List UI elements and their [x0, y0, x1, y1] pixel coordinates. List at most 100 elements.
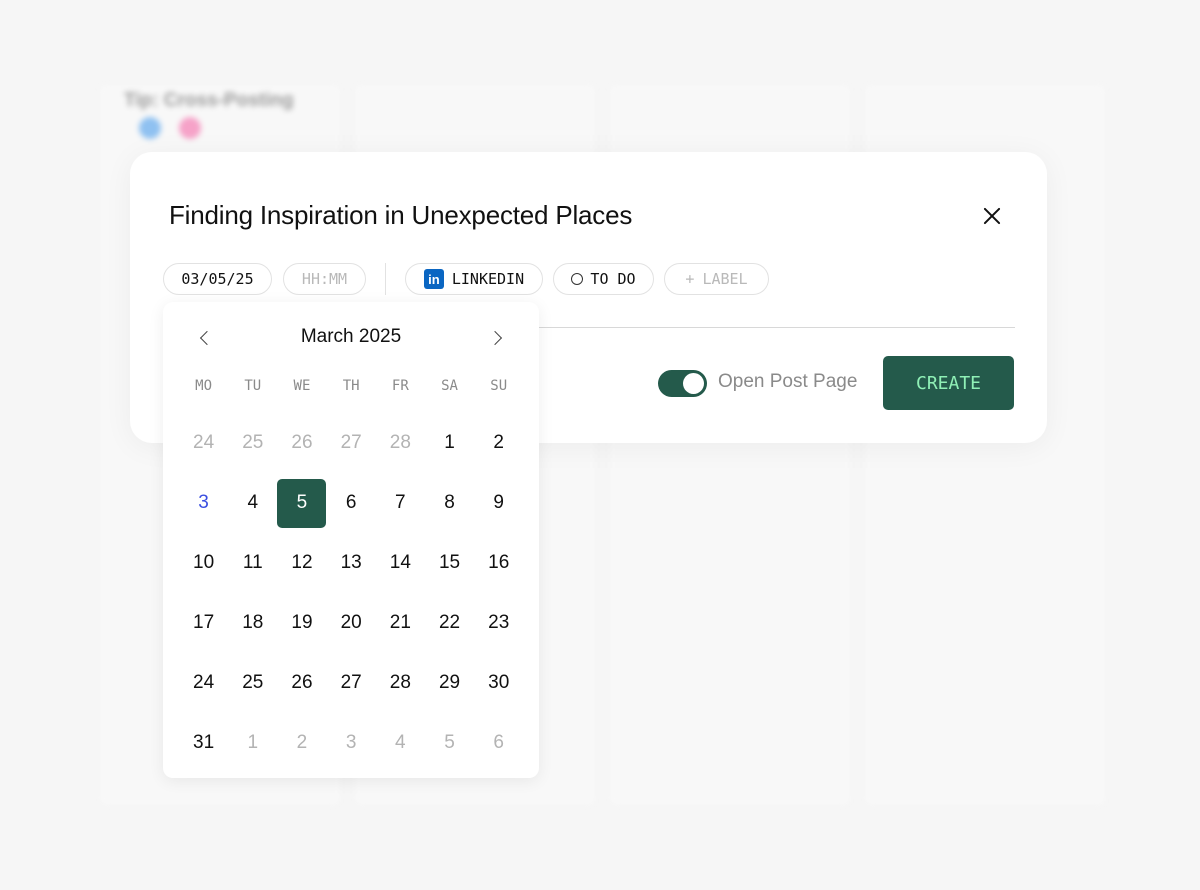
add-label-text: LABEL: [702, 270, 748, 288]
calendar-day[interactable]: 5: [425, 713, 474, 773]
calendar-day[interactable]: 25: [228, 413, 277, 473]
calendar-day[interactable]: 27: [327, 413, 376, 473]
calendar-day-number: 28: [389, 672, 411, 693]
calendar-day[interactable]: 16: [474, 533, 523, 593]
calendar-day-number: 9: [493, 492, 504, 513]
calendar-day-number: 24: [193, 432, 215, 453]
calendar-day[interactable]: 22: [425, 593, 474, 653]
calendar-day[interactable]: 1: [425, 413, 474, 473]
date-input[interactable]: 03/05/25: [163, 263, 272, 295]
calendar-day-number: 3: [198, 492, 209, 513]
board-tip-title: Tip: Cross-Posting: [124, 90, 294, 111]
status-label: TO DO: [590, 270, 636, 288]
calendar-day-number: 11: [242, 552, 263, 573]
calendar-day-number: 28: [389, 432, 411, 453]
calendar-day[interactable]: 9: [474, 473, 523, 533]
calendar-day[interactable]: 29: [425, 653, 474, 713]
calendar-day-number: 31: [193, 732, 215, 753]
calendar-day-number: 5: [277, 478, 327, 528]
calendar-day[interactable]: 6: [327, 473, 376, 533]
calendar-day[interactable]: 3: [327, 713, 376, 773]
calendar-day[interactable]: 31: [179, 713, 228, 773]
calendar-day[interactable]: 1: [228, 713, 277, 773]
calendar-day-number: 1: [444, 432, 455, 453]
calendar-day-number: 20: [340, 612, 362, 633]
time-input[interactable]: HH:MM: [283, 263, 366, 295]
circle-icon: [571, 273, 584, 285]
calendar-day[interactable]: 21: [376, 593, 425, 653]
calendar-day-number: 23: [488, 612, 510, 633]
calendar-day-number: 25: [242, 672, 264, 693]
calendar-day[interactable]: 6: [474, 713, 523, 773]
calendar-day[interactable]: 18: [228, 593, 277, 653]
open-post-page-toggle[interactable]: [658, 370, 707, 397]
calendar-day[interactable]: 2: [277, 713, 326, 773]
avatar-dot: [179, 117, 201, 139]
toolbar-divider: [385, 263, 386, 295]
calendar-day[interactable]: 26: [277, 653, 326, 713]
calendar-day-selected[interactable]: 5: [277, 473, 327, 533]
calendar-day[interactable]: 11: [228, 533, 277, 593]
calendar-day-number: 25: [242, 432, 264, 453]
calendar-day-number: 27: [340, 432, 362, 453]
calendar-day-number: 18: [242, 612, 264, 633]
calendar-day-number: 15: [438, 552, 461, 573]
calendar-day[interactable]: 8: [425, 473, 474, 533]
calendar-day-number: 2: [296, 732, 308, 753]
calendar-day[interactable]: 12: [277, 533, 326, 593]
close-icon[interactable]: [978, 203, 1006, 231]
linkedin-icon: in: [423, 269, 444, 289]
calendar-day[interactable]: 28: [376, 653, 425, 713]
weekday-label: TU: [244, 378, 262, 394]
calendar-day-number: 17: [193, 612, 215, 633]
calendar-day[interactable]: 13: [327, 533, 376, 593]
weekday-label: SA: [441, 378, 458, 394]
calendar-day[interactable]: 19: [277, 593, 326, 653]
network-selector[interactable]: in LINKEDIN: [405, 263, 543, 295]
date-picker-popup: March 2025 MO TU WE TH FR SA SU 24 25 26 27 28 1 2 3 4…: [163, 302, 539, 778]
calendar-day-number: 22: [438, 612, 461, 633]
calendar-day-number: 12: [291, 552, 313, 573]
calendar-day-number: 2: [493, 432, 504, 453]
calendar-day[interactable]: 17: [179, 593, 228, 653]
network-label: LINKEDIN: [451, 270, 525, 288]
calendar-day-number: 13: [340, 552, 362, 573]
calendar-day[interactable]: 28: [376, 413, 425, 473]
calendar-day[interactable]: 7: [376, 473, 425, 533]
modal-title: Finding Inspiration in Unexpected Places: [169, 200, 633, 230]
calendar-day-number: 3: [345, 732, 357, 753]
calendar-day[interactable]: 10: [179, 533, 228, 593]
calendar-day-number: 16: [488, 552, 510, 573]
status-selector[interactable]: TO DO: [553, 263, 654, 295]
calendar-day[interactable]: 3: [179, 473, 228, 533]
calendar-day[interactable]: 14: [376, 533, 425, 593]
calendar-day[interactable]: 24: [179, 653, 228, 713]
calendar-day[interactable]: 2: [474, 413, 523, 473]
calendar-day[interactable]: 25: [228, 653, 277, 713]
calendar-day-number: 30: [488, 672, 510, 693]
weekday-label: MO: [195, 378, 213, 394]
calendar-day-number: 10: [193, 552, 215, 573]
toggle-knob: [683, 373, 704, 394]
calendar-day[interactable]: 24: [179, 413, 228, 473]
calendar-day[interactable]: 27: [327, 653, 376, 713]
calendar-day-number: 24: [193, 672, 215, 693]
calendar-day-number: 21: [389, 612, 411, 633]
calendar-day[interactable]: 26: [277, 413, 326, 473]
calendar-day[interactable]: 30: [474, 653, 523, 713]
calendar-day[interactable]: 4: [228, 473, 277, 533]
calendar-day[interactable]: 15: [425, 533, 474, 593]
calendar-day[interactable]: 20: [327, 593, 376, 653]
calendar-day-number: 5: [444, 732, 455, 753]
create-button[interactable]: CREATE: [883, 356, 1014, 410]
calendar-day-number: 29: [438, 672, 461, 693]
calendar-day[interactable]: 4: [376, 713, 425, 773]
calendar-day-number: 19: [291, 612, 313, 633]
calendar-day-number: 4: [395, 732, 406, 753]
weekday-label: WE: [293, 378, 311, 394]
weekday-header: MO TU WE TH FR SA SU: [179, 378, 523, 394]
chevron-right-icon[interactable]: [488, 328, 508, 348]
calendar-day-number: 4: [247, 492, 259, 513]
add-label-button[interactable]: + LABEL: [664, 263, 769, 295]
calendar-day[interactable]: 23: [474, 593, 523, 653]
